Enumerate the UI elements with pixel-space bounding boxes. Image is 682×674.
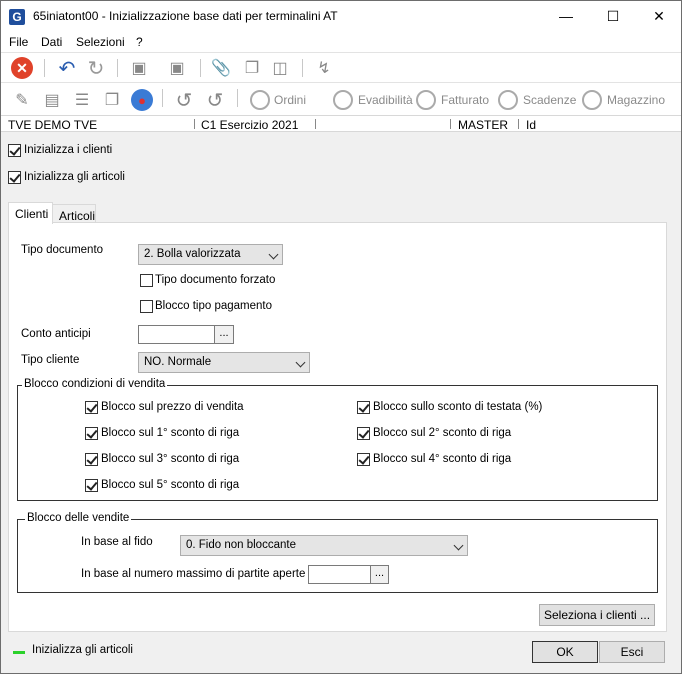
blocco-sconto1-label: Blocco sul 1° sconto di riga bbox=[101, 427, 240, 439]
conto-anticipi-browse-button[interactable]: ... bbox=[214, 325, 234, 344]
user-label: MASTER bbox=[458, 118, 509, 132]
tipo-doc-forzato-checkbox[interactable] bbox=[140, 274, 153, 287]
partite-input[interactable] bbox=[308, 565, 371, 584]
toolbar-main: ✕ ↶ ↻ ▣ ▣ 📎 ❐ ◫ ↯ bbox=[1, 52, 681, 82]
fido-label: In base al fido bbox=[81, 536, 153, 548]
blocco-sconto4-checkbox[interactable] bbox=[357, 453, 370, 466]
seleziona-clienti-button[interactable]: Seleziona i clienti ... bbox=[539, 604, 655, 626]
esci-button[interactable]: Esci bbox=[599, 641, 665, 663]
ordini-icon[interactable] bbox=[250, 90, 270, 110]
company-name: TVE DEMO TVE bbox=[8, 118, 98, 132]
copy-icon[interactable]: ❐ bbox=[241, 57, 263, 79]
blocco-vendite-title: Blocco delle vendite bbox=[25, 512, 132, 524]
blocco-sconto3-checkbox[interactable] bbox=[85, 453, 98, 466]
chevron-down-icon bbox=[453, 540, 464, 551]
id-label: Id bbox=[526, 118, 537, 132]
fido-select[interactable]: 0. Fido non bloccante bbox=[180, 535, 468, 556]
ordini-label[interactable]: Ordini bbox=[274, 93, 306, 107]
magazzino-label[interactable]: Magazzino bbox=[607, 93, 665, 107]
refresh-icon[interactable]: ↻ bbox=[85, 57, 107, 80]
blocco-prezzo-label: Blocco sul prezzo di vendita bbox=[101, 401, 244, 413]
history-icon[interactable]: ↺ bbox=[173, 89, 195, 112]
tipo-cliente-label: Tipo cliente bbox=[21, 354, 80, 366]
info-bar: TVE DEMO TVE C1 Esercizio 2021 MASTER Id bbox=[1, 116, 681, 132]
blocco-sconto3-label: Blocco sul 3° sconto di riga bbox=[101, 453, 240, 465]
tipo-cliente-select[interactable]: NO. Normale bbox=[138, 352, 310, 373]
blocco-tipo-pag-label: Blocco tipo pagamento bbox=[155, 300, 272, 312]
scadenze-label[interactable]: Scadenze bbox=[523, 93, 576, 107]
blocco-prezzo-checkbox[interactable] bbox=[85, 401, 98, 414]
attachment-icon[interactable]: 📎 bbox=[210, 57, 232, 79]
chevron-down-icon bbox=[295, 357, 306, 368]
conto-anticipi-label: Conto anticipi bbox=[21, 328, 91, 340]
blocco-sconto-testata-label: Blocco sullo sconto di testata (%) bbox=[373, 401, 543, 413]
window-icon[interactable]: ◫ bbox=[269, 57, 291, 79]
exercise-label: C1 Esercizio 2021 bbox=[201, 118, 299, 132]
binoculars-all-icon[interactable]: ▣ bbox=[166, 57, 188, 79]
menu-help[interactable]: ? bbox=[136, 35, 143, 49]
init-articles-label: Inizializza gli articoli bbox=[24, 171, 125, 183]
close-window-button[interactable]: ✕ bbox=[636, 1, 682, 32]
app-icon: G bbox=[9, 9, 25, 25]
partite-browse-button[interactable]: ... bbox=[370, 565, 389, 584]
history-back-icon[interactable]: ↺ bbox=[204, 89, 226, 112]
status-text: Inizializza gli articoli bbox=[32, 644, 133, 656]
blocco-sconto1-checkbox[interactable] bbox=[85, 427, 98, 440]
tipo-cliente-value: NO. Normale bbox=[144, 356, 212, 368]
toolbar-secondary: ✎ ▤ ☰ ❐ ● ↺ ↺ Ordini Evadibilità Fattura… bbox=[1, 82, 681, 116]
tipo-documento-value: 2. Bolla valorizzata bbox=[144, 248, 241, 260]
document-icon[interactable]: ▤ bbox=[41, 89, 63, 111]
blocco-tipo-pag-checkbox[interactable] bbox=[140, 300, 153, 313]
blocco-condizioni-group: Blocco condizioni di vendita Blocco sul … bbox=[17, 378, 658, 501]
export-icon[interactable]: ↯ bbox=[313, 57, 335, 79]
maximize-button[interactable]: ☐ bbox=[590, 1, 636, 32]
blocco-vendite-group: Blocco delle vendite In base al fido 0. … bbox=[17, 512, 658, 593]
search-user-icon[interactable]: ● bbox=[131, 89, 153, 111]
magazzino-icon[interactable] bbox=[582, 90, 602, 110]
pencil-icon[interactable]: ✎ bbox=[11, 89, 33, 111]
evadibilita-icon[interactable] bbox=[333, 90, 353, 110]
tipo-doc-forzato-label: Tipo documento forzato bbox=[155, 274, 276, 286]
blocco-sconto4-label: Blocco sul 4° sconto di riga bbox=[373, 453, 512, 465]
blocco-sconto5-checkbox[interactable] bbox=[85, 479, 98, 492]
partite-label: In base al numero massimo di partite ape… bbox=[81, 568, 306, 580]
evadibilita-label[interactable]: Evadibilità bbox=[358, 93, 413, 107]
scadenze-icon[interactable] bbox=[498, 90, 518, 110]
tab-clienti[interactable]: Clienti bbox=[8, 202, 53, 224]
fido-value: 0. Fido non bloccante bbox=[186, 539, 296, 551]
cancel-icon[interactable]: ✕ bbox=[11, 57, 33, 79]
menu-bar: File Dati Selezioni ? bbox=[1, 32, 681, 52]
chevron-down-icon bbox=[268, 249, 279, 260]
menu-file[interactable]: File bbox=[9, 35, 28, 49]
undo-icon[interactable]: ↶ bbox=[56, 57, 78, 80]
menu-dati[interactable]: Dati bbox=[41, 35, 62, 49]
conto-anticipi-input[interactable] bbox=[138, 325, 215, 344]
title-bar: G 65iniatont00 - Inizializzazione base d… bbox=[1, 1, 681, 32]
fatturato-icon[interactable] bbox=[416, 90, 436, 110]
status-indicator bbox=[13, 651, 25, 654]
init-clients-label: Inizializza i clienti bbox=[24, 144, 113, 156]
tipo-documento-label: Tipo documento bbox=[21, 244, 104, 256]
init-clients-checkbox[interactable] bbox=[8, 144, 21, 157]
blocco-sconto-testata-checkbox[interactable] bbox=[357, 401, 370, 414]
minimize-button[interactable]: — bbox=[543, 1, 589, 32]
blocco-sconto2-checkbox[interactable] bbox=[357, 427, 370, 440]
menu-selezioni[interactable]: Selezioni bbox=[76, 35, 125, 49]
clienti-panel: Tipo documento 2. Bolla valorizzata Tipo… bbox=[8, 222, 667, 632]
list-icon[interactable]: ☰ bbox=[71, 89, 93, 111]
tipo-documento-select[interactable]: 2. Bolla valorizzata bbox=[138, 244, 283, 265]
window-title: 65iniatont00 - Inizializzazione base dat… bbox=[33, 9, 338, 23]
ok-button[interactable]: OK bbox=[532, 641, 598, 663]
fatturato-label[interactable]: Fatturato bbox=[441, 93, 489, 107]
pages-icon[interactable]: ❐ bbox=[101, 89, 123, 111]
blocco-condizioni-title: Blocco condizioni di vendita bbox=[22, 378, 168, 390]
binoculars-icon[interactable]: ▣ bbox=[128, 57, 150, 79]
blocco-sconto2-label: Blocco sul 2° sconto di riga bbox=[373, 427, 512, 439]
main-window: G 65iniatont00 - Inizializzazione base d… bbox=[0, 0, 682, 674]
blocco-sconto5-label: Blocco sul 5° sconto di riga bbox=[101, 479, 240, 491]
init-articles-checkbox[interactable] bbox=[8, 171, 21, 184]
